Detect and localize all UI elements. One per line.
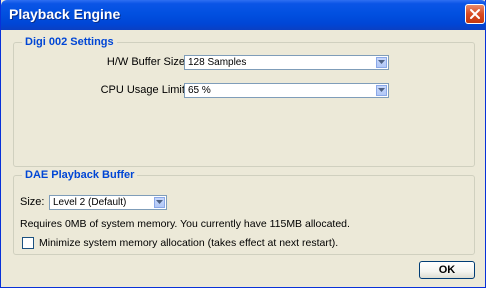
buffer-size-dropdown[interactable]: 128 Samples xyxy=(184,55,389,70)
digi-settings-group: Digi 002 Settings H/W Buffer Size: 128 S… xyxy=(13,36,475,167)
close-button[interactable] xyxy=(465,4,485,24)
minimize-memory-label[interactable]: Minimize system memory allocation (takes… xyxy=(39,237,338,249)
memory-info-text: Requires 0MB of system memory. You curre… xyxy=(20,218,350,230)
digi-settings-title: Digi 002 Settings xyxy=(22,36,117,48)
ok-button[interactable]: OK xyxy=(419,261,475,279)
size-label: Size: xyxy=(20,196,45,208)
playback-buffer-size-dropdown[interactable]: Level 2 (Default) xyxy=(49,195,167,210)
close-icon xyxy=(470,9,480,19)
buffer-size-dropdown-button[interactable] xyxy=(376,57,387,68)
buffer-size-value: 128 Samples xyxy=(188,57,247,68)
dae-buffer-title: DAE Playback Buffer xyxy=(22,169,138,181)
buffer-size-label: H/W Buffer Size: xyxy=(106,56,188,68)
playback-buffer-size-value: Level 2 (Default) xyxy=(53,197,127,208)
chevron-down-icon xyxy=(156,200,163,204)
chevron-down-icon xyxy=(378,60,385,64)
cpu-limit-value: 65 % xyxy=(188,85,211,96)
chevron-down-icon xyxy=(378,88,385,92)
minimize-memory-checkbox[interactable] xyxy=(22,237,34,249)
playback-buffer-dropdown-button[interactable] xyxy=(154,197,165,208)
cpu-limit-dropdown-button[interactable] xyxy=(376,85,387,96)
cpu-limit-dropdown[interactable]: 65 % xyxy=(184,83,389,98)
cpu-limit-label: CPU Usage Limit: xyxy=(100,84,188,96)
playback-engine-dialog: Playback Engine Digi 002 Settings H/W Bu… xyxy=(0,0,486,288)
dae-buffer-group: DAE Playback Buffer Size: Level 2 (Defau… xyxy=(13,169,475,255)
window-title: Playback Engine xyxy=(9,6,121,22)
title-bar[interactable]: Playback Engine xyxy=(1,0,486,30)
dialog-client-area: Digi 002 Settings H/W Buffer Size: 128 S… xyxy=(4,30,482,285)
